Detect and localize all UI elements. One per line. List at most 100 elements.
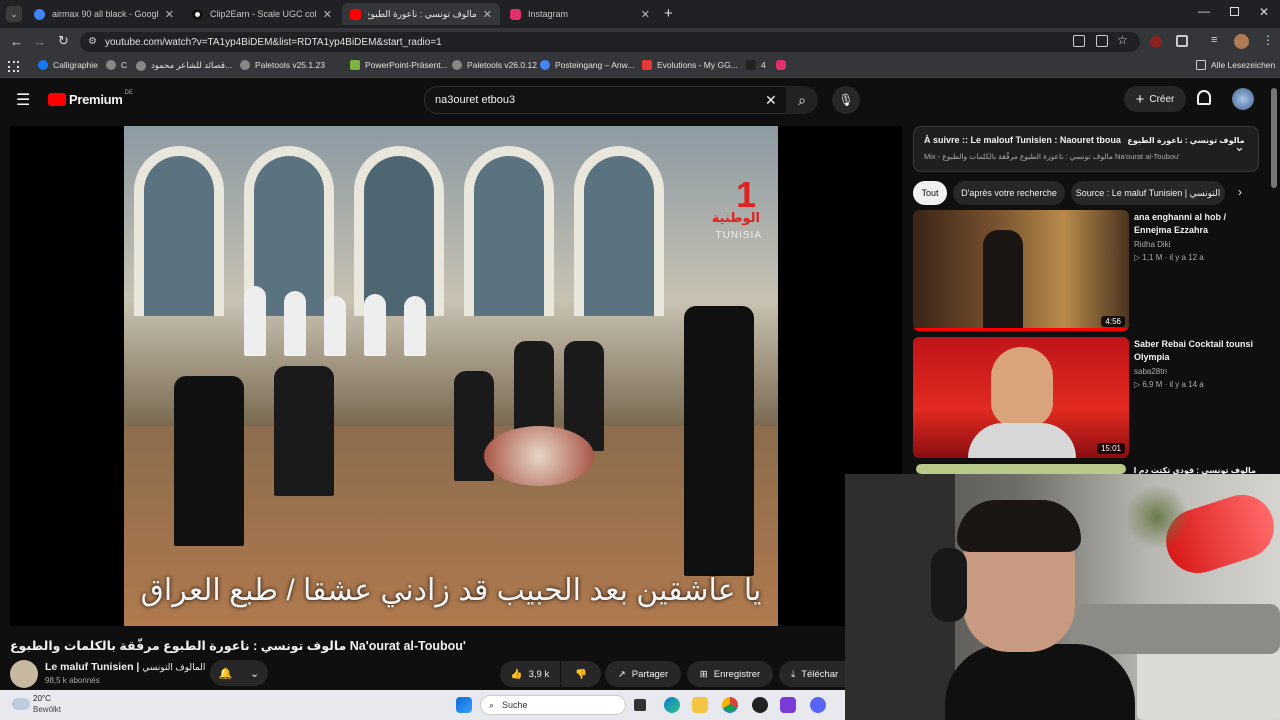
expand-playlist-icon[interactable]: ⌄ — [1234, 139, 1245, 155]
bookmark-item[interactable]: Evolutions - My GG... — [642, 60, 738, 70]
create-button[interactable]: + Créer — [1124, 86, 1186, 112]
discord-icon[interactable] — [810, 697, 826, 713]
related-meta: ▷ 6,9 M · il y a 14 a — [1134, 380, 1204, 389]
bookmark-item[interactable]: PowerPoint-Präsent... — [350, 60, 448, 70]
bookmark-item[interactable]: 4 — [746, 60, 766, 70]
forward-icon[interactable]: → — [33, 34, 46, 49]
related-channel[interactable]: Ridha Diki — [1134, 240, 1170, 249]
voice-search-icon[interactable]: 🎙 — [832, 86, 860, 114]
tab-title: Clip2Earn - Scale UGC collabor — [210, 9, 317, 19]
share-button[interactable]: ↗ Partager — [605, 661, 681, 687]
windows-start-icon[interactable] — [456, 697, 472, 713]
search-input[interactable]: na3ouret etbou3 ✕ — [424, 86, 788, 114]
video-player[interactable]: 1 الوطنية TUNISIA يا عاشقين بعد الحبيب ق… — [10, 126, 902, 626]
chip-from-search[interactable]: D'après votre recherche — [953, 181, 1065, 205]
related-thumbnail[interactable] — [916, 464, 1126, 474]
site-info-icon[interactable]: ⚙ — [88, 36, 97, 47]
browser-tab-active[interactable]: مالوف تونسي : ناعورة الطبوع مرفّ ✕ — [342, 3, 500, 25]
account-avatar[interactable] — [1232, 88, 1254, 110]
related-title[interactable]: Saber Rebai Cocktail tounsi Olympia — [1134, 338, 1256, 364]
subscribe-bell-button[interactable]: 🔔 ⌄ — [210, 660, 268, 686]
site-icon — [136, 60, 146, 71]
flower-arrangement — [484, 426, 594, 486]
clear-search-icon[interactable]: ✕ — [765, 92, 777, 109]
chips-next-icon[interactable]: › — [1238, 185, 1242, 199]
weather-temp[interactable]: 20°C — [33, 694, 51, 703]
related-title[interactable]: ana enghanni al hob / Ennejma Ezzahra — [1134, 211, 1254, 237]
bookmark-item[interactable]: Calligraphie — [38, 60, 98, 70]
channel-avatar[interactable] — [10, 660, 38, 688]
restore-icon[interactable] — [1230, 7, 1239, 16]
menu-hamburger-icon[interactable]: ☰ — [16, 90, 30, 110]
bookmark-item[interactable]: C — [106, 60, 127, 70]
taskbar-search[interactable]: ⌕ Suche — [480, 695, 626, 715]
webcam-overlay — [845, 474, 1280, 720]
video-frame[interactable]: 1 الوطنية TUNISIA يا عاشقين بعد الحبيب ق… — [124, 126, 778, 626]
chip-source[interactable]: Source : Le maluf Tunisien | التونسي — [1071, 181, 1225, 205]
save-button[interactable]: ⊞ Enregistrer — [687, 661, 773, 687]
close-tab-icon[interactable]: ✕ — [159, 8, 174, 21]
back-icon[interactable]: ← — [10, 34, 23, 49]
translate-icon[interactable] — [1073, 35, 1085, 47]
choir-member — [324, 296, 346, 356]
chrome-icon[interactable] — [722, 697, 738, 713]
minimize-icon[interactable]: — — [1198, 4, 1210, 18]
weather-condition[interactable]: Bewölkt — [33, 705, 61, 714]
related-channel[interactable]: saba28tn — [1134, 367, 1167, 376]
playlist-panel[interactable]: À suivre :: Le malouf Tunisien : Naouret… — [913, 126, 1259, 172]
like-button[interactable]: 👍 3,9 k — [500, 661, 560, 687]
webcam-plant — [1127, 482, 1187, 552]
bookmark-item[interactable]: Posteingang – Anw... — [540, 60, 634, 70]
bookmark-item[interactable] — [776, 60, 791, 70]
close-tab-icon[interactable]: ✕ — [317, 8, 332, 21]
channel-name[interactable]: Le maluf Tunisien | المالوف التونسي — [45, 661, 205, 673]
bookmark-item[interactable]: قصائد للشاعر محمود... — [136, 60, 232, 71]
close-tab-icon[interactable]: ✕ — [635, 8, 650, 21]
tab-list-dropdown-icon[interactable]: ⌄ — [6, 6, 22, 22]
watch-progress — [913, 328, 1129, 331]
youtube-logo[interactable]: Premium DE — [48, 89, 133, 107]
page-scrollbar[interactable] — [1271, 88, 1277, 188]
profile-avatar[interactable] — [1234, 34, 1249, 49]
bell-icon: 🔔 — [218, 667, 233, 680]
apps-grid-icon[interactable] — [8, 61, 19, 72]
url-input[interactable]: ⚙ youtube.com/watch?v=TA1yp4BiDEM&list=R… — [80, 32, 1140, 52]
browser-tab[interactable]: Clip2Earn - Scale UGC collabor ✕ — [184, 3, 340, 25]
bookmark-item[interactable]: Paletools v25.1.23 — [240, 60, 325, 70]
browser-tab[interactable]: airmax 90 all black - Google Su ✕ — [26, 3, 182, 25]
close-tab-icon[interactable]: ✕ — [477, 8, 492, 21]
task-view-icon[interactable] — [634, 699, 646, 711]
app-icon[interactable] — [752, 697, 768, 713]
related-thumbnail[interactable]: 4:56 — [913, 210, 1129, 331]
download-icon: ⤓ — [791, 668, 796, 680]
address-bar-row: ← → ↻ ⚙ youtube.com/watch?v=TA1yp4BiDEM&… — [0, 28, 1280, 56]
close-window-icon[interactable]: ✕ — [1259, 5, 1269, 19]
url-text: youtube.com/watch?v=TA1yp4BiDEM&list=RDT… — [105, 36, 442, 48]
app-grid-icon[interactable] — [780, 697, 796, 713]
instagram-icon — [776, 60, 786, 70]
search-button[interactable]: ⌕ — [786, 86, 818, 114]
bookmark-item[interactable]: Paletools v26.0.12 — [452, 60, 537, 70]
thumbnail-figure — [983, 230, 1023, 330]
chip-all[interactable]: Tout — [913, 181, 947, 205]
download-button[interactable]: ⤓ Téléchar — [779, 661, 845, 687]
playlist-subtitle: Mix - مالوف تونسي : ناعورة الطبوع مرفّقة… — [924, 152, 1180, 161]
extensions-puzzle-icon[interactable] — [1176, 35, 1188, 47]
bookmark-star-icon[interactable]: ☆ — [1117, 33, 1128, 47]
browser-tab[interactable]: Instagram ✕ — [502, 3, 658, 25]
edge-icon[interactable] — [664, 697, 680, 713]
cast-icon[interactable] — [1096, 35, 1108, 47]
notifications-bell-icon[interactable] — [1197, 90, 1211, 105]
chrome-menu-icon[interactable]: ⋮ — [1262, 33, 1274, 47]
logo-region: DE — [124, 89, 133, 96]
extension-icon[interactable] — [1150, 36, 1162, 48]
file-explorer-icon[interactable] — [692, 697, 708, 713]
mail-icon — [540, 60, 550, 70]
weather-icon[interactable] — [12, 698, 30, 710]
all-bookmarks[interactable]: Alle Lesezeichen — [1196, 60, 1275, 70]
reading-list-icon[interactable]: ≡ — [1211, 34, 1217, 46]
related-thumbnail[interactable]: 15:01 — [913, 337, 1129, 458]
reload-icon[interactable]: ↻ — [58, 33, 69, 49]
new-tab-icon[interactable]: + — [664, 5, 673, 22]
dislike-button[interactable]: 👎 — [561, 661, 601, 687]
